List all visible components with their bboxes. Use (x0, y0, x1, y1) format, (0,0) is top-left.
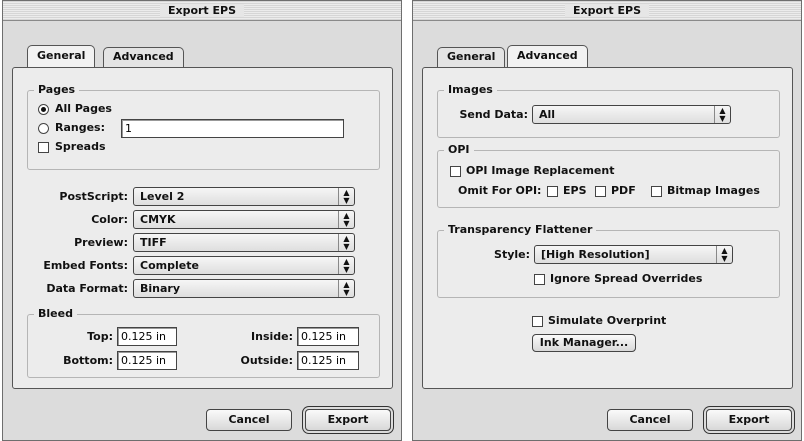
omit-eps-checkbox[interactable] (547, 186, 558, 197)
data-format-label: Data Format: (46, 282, 128, 295)
simulate-overprint-label: Simulate Overprint (548, 314, 667, 327)
omit-pdf-checkbox[interactable] (595, 186, 606, 197)
all-pages-label: All Pages (55, 102, 112, 115)
embed-fonts-value: Complete (140, 259, 199, 272)
tab-advanced[interactable]: Advanced (103, 47, 184, 67)
preview-label: Preview: (74, 236, 128, 249)
flattener-style-popup[interactable]: [High Resolution] ▲ ▼ (534, 245, 733, 264)
up-down-arrows-icon: ▲ ▼ (714, 106, 730, 123)
dialog-title: Export EPS (564, 4, 650, 17)
opi-group-label: OPI (444, 143, 474, 156)
embed-fonts-label: Embed Fonts: (43, 259, 128, 272)
data-format-popup[interactable]: Binary ▲ ▼ (133, 279, 355, 298)
send-data-label: Send Data: (459, 108, 528, 121)
bleed-top-input[interactable]: 0.125 in (117, 327, 177, 346)
cancel-button[interactable]: Cancel (607, 409, 693, 431)
data-format-value: Binary (140, 282, 181, 295)
omit-pdf-label: PDF (611, 184, 636, 197)
general-panel: Pages All Pages Ranges: 1 Spreads PostSc… (12, 67, 393, 389)
ink-manager-button[interactable]: Ink Manager... (532, 334, 636, 352)
postscript-value: Level 2 (140, 190, 185, 203)
color-value: CMYK (140, 213, 176, 226)
images-group: Images Send Data: All ▲ ▼ (437, 83, 780, 138)
title-bar[interactable]: Export EPS (413, 1, 801, 21)
postscript-popup[interactable]: Level 2 ▲ ▼ (133, 187, 355, 206)
omit-eps-label: EPS (563, 184, 587, 197)
ranges-input[interactable]: 1 (121, 119, 344, 138)
tab-general[interactable]: General (437, 47, 506, 67)
advanced-panel: Images Send Data: All ▲ ▼ OPI OPI Image R… (422, 67, 793, 389)
bleed-outside-input[interactable]: 0.125 in (297, 351, 359, 370)
transparency-flattener-label: Transparency Flattener (444, 223, 597, 236)
up-down-arrows-icon: ▲ ▼ (338, 188, 354, 205)
spreads-checkbox[interactable] (38, 142, 49, 153)
bleed-bottom-input[interactable]: 0.125 in (117, 351, 177, 370)
export-button[interactable]: Export (706, 409, 792, 431)
omit-bitmap-label: Bitmap Images (667, 184, 760, 197)
up-down-arrows-icon: ▲ ▼ (338, 257, 354, 274)
export-button[interactable]: Export (305, 409, 391, 431)
up-down-arrows-icon: ▲ ▼ (338, 211, 354, 228)
pages-group-label: Pages (34, 83, 80, 96)
omit-for-opi-label: Omit For OPI: (458, 184, 542, 197)
tab-advanced[interactable]: Advanced (507, 45, 588, 67)
up-down-arrows-icon: ▲ ▼ (338, 280, 354, 297)
bleed-top-label: Top: (87, 330, 113, 343)
cancel-button[interactable]: Cancel (206, 409, 292, 431)
simulate-overprint-checkbox[interactable] (532, 316, 543, 327)
ignore-spread-overrides-checkbox[interactable] (534, 274, 545, 285)
opi-replacement-checkbox[interactable] (450, 166, 461, 177)
color-label: Color: (91, 213, 128, 226)
preview-value: TIFF (140, 236, 167, 249)
bleed-inside-label: Inside: (251, 330, 293, 343)
ranges-label: Ranges: (55, 121, 106, 134)
embed-fonts-popup[interactable]: Complete ▲ ▼ (133, 256, 355, 275)
ignore-spread-overrides-label: Ignore Spread Overrides (550, 272, 703, 285)
bleed-outside-label: Outside: (240, 354, 294, 367)
color-popup[interactable]: CMYK ▲ ▼ (133, 210, 355, 229)
all-pages-radio[interactable] (38, 104, 49, 115)
preview-popup[interactable]: TIFF ▲ ▼ (133, 233, 355, 252)
tab-general[interactable]: General (27, 45, 96, 67)
dialog-title: Export EPS (159, 4, 245, 17)
images-group-label: Images (444, 83, 497, 96)
title-bar[interactable]: Export EPS (3, 1, 401, 21)
transparency-flattener-group: Transparency Flattener Style: [High Reso… (437, 223, 780, 298)
ranges-radio[interactable] (38, 123, 49, 134)
flattener-style-value: [High Resolution] (541, 248, 650, 261)
opi-replacement-label: OPI Image Replacement (466, 164, 615, 177)
send-data-value: All (539, 108, 556, 121)
style-label: Style: (494, 248, 530, 261)
export-eps-dialog-advanced: Export EPS General Advanced Images Send … (412, 0, 802, 441)
send-data-popup[interactable]: All ▲ ▼ (532, 105, 731, 124)
spreads-label: Spreads (55, 140, 106, 153)
export-eps-dialog-general: Export EPS General Advanced Pages All Pa… (2, 0, 402, 441)
bleed-inside-input[interactable]: 0.125 in (297, 327, 359, 346)
bleed-bottom-label: Bottom: (63, 354, 113, 367)
postscript-label: PostScript: (59, 190, 128, 203)
omit-bitmap-checkbox[interactable] (651, 186, 662, 197)
up-down-arrows-icon: ▲ ▼ (716, 246, 732, 263)
up-down-arrows-icon: ▲ ▼ (338, 234, 354, 251)
bleed-group-label: Bleed (34, 307, 77, 320)
opi-group: OPI OPI Image Replacement Omit For OPI: … (437, 143, 780, 208)
bleed-group: Bleed Top: 0.125 in Bottom: 0.125 in Ins… (27, 307, 380, 378)
pages-group: Pages All Pages Ranges: 1 Spreads (27, 83, 380, 170)
